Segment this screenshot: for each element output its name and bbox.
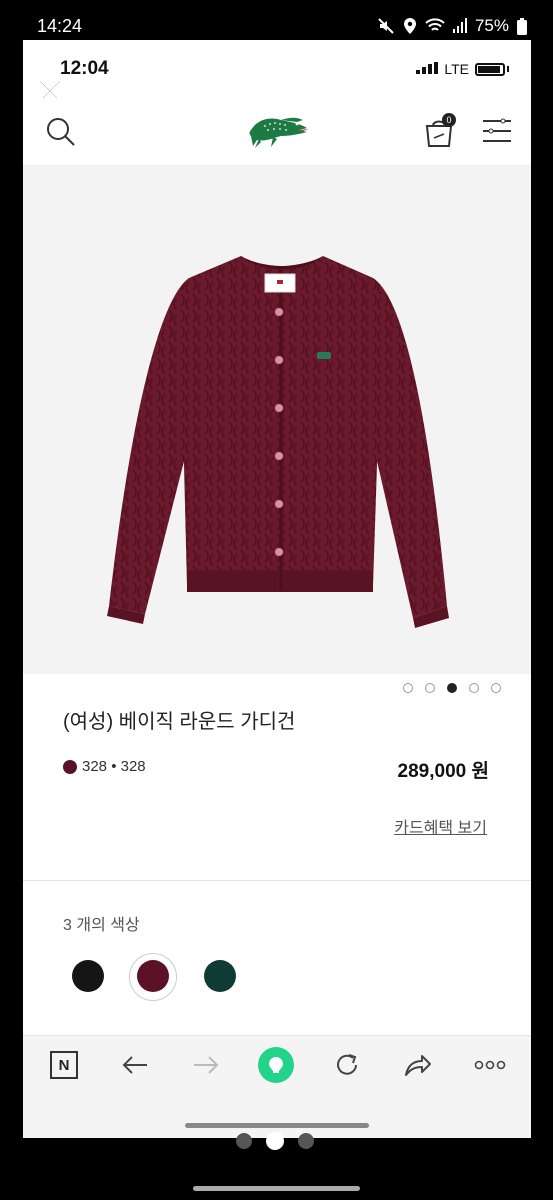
product-image[interactable] (23, 166, 531, 674)
outer-clock: 14:24 (37, 16, 83, 36)
color-option-dark-green[interactable] (204, 960, 236, 992)
product-title: (여성) 베이직 라운드 가디건 (63, 711, 296, 733)
pager-dot[interactable] (298, 1133, 314, 1149)
carousel-dot[interactable] (469, 683, 479, 693)
more-icon[interactable] (473, 1050, 507, 1080)
search-icon[interactable] (45, 116, 77, 148)
inner-home-indicator (185, 1123, 369, 1128)
back-arrow-icon[interactable] (120, 1050, 150, 1080)
cell-signal-icon (416, 61, 439, 77)
inner-status-icons: LTE (416, 61, 509, 77)
screenshot-viewer: 12:04 LTE 0 (여성) 베이직 라운드 가디건 328 • 328 2… (23, 40, 531, 1138)
shopping-bag-icon[interactable]: 0 (423, 112, 457, 148)
naver-n-label: N (50, 1051, 78, 1079)
image-carousel-dots (403, 683, 501, 693)
naver-n-icon[interactable]: N (49, 1050, 79, 1080)
inner-battery-cap (507, 66, 509, 72)
carousel-dot[interactable] (425, 683, 435, 693)
signal-icon (452, 18, 467, 34)
inner-battery-icon (475, 62, 505, 76)
product-price: 289,000 원 (397, 761, 489, 782)
share-icon[interactable] (403, 1050, 433, 1080)
forward-arrow-icon[interactable] (191, 1050, 221, 1080)
reload-icon[interactable] (332, 1050, 362, 1080)
wifi-icon (425, 18, 445, 34)
site-header: 0 (23, 98, 531, 166)
divider (23, 880, 531, 881)
outer-status-icons: 75% (377, 16, 527, 36)
green-dot-icon[interactable] (258, 1047, 294, 1083)
outer-status-bar: 14:24 75% (0, 0, 553, 40)
system-gesture-bar[interactable] (193, 1186, 360, 1191)
location-icon (403, 17, 417, 35)
screenshot-pager (236, 1132, 314, 1150)
mute-icon (377, 17, 395, 35)
color-option-burgundy[interactable] (137, 960, 169, 992)
battery-percent: 75% (474, 16, 509, 35)
pager-dot[interactable] (236, 1133, 252, 1149)
green-action-button[interactable] (258, 1047, 294, 1083)
battery-icon (517, 17, 527, 35)
color-option-black[interactable] (72, 960, 104, 992)
carousel-dot[interactable] (403, 683, 413, 693)
selected-color-swatch (63, 760, 77, 774)
menu-icon[interactable] (483, 118, 511, 144)
cart-count-badge: 0 (442, 113, 456, 127)
colors-count-label: 3 개의 색상 (63, 917, 140, 934)
variant-code: 328 • 328 (82, 758, 146, 775)
lacoste-logo[interactable] (247, 110, 311, 150)
inner-status-bar: 12:04 LTE (23, 40, 531, 98)
card-benefit-link[interactable]: 카드혜택 보기 (394, 814, 487, 838)
network-label: LTE (444, 61, 469, 77)
carousel-dot-active[interactable] (447, 683, 457, 693)
inner-clock: 12:04 (60, 58, 109, 79)
carousel-dot[interactable] (491, 683, 501, 693)
pager-dot-active[interactable] (266, 1132, 284, 1150)
browser-toolbar: N (23, 1036, 531, 1138)
